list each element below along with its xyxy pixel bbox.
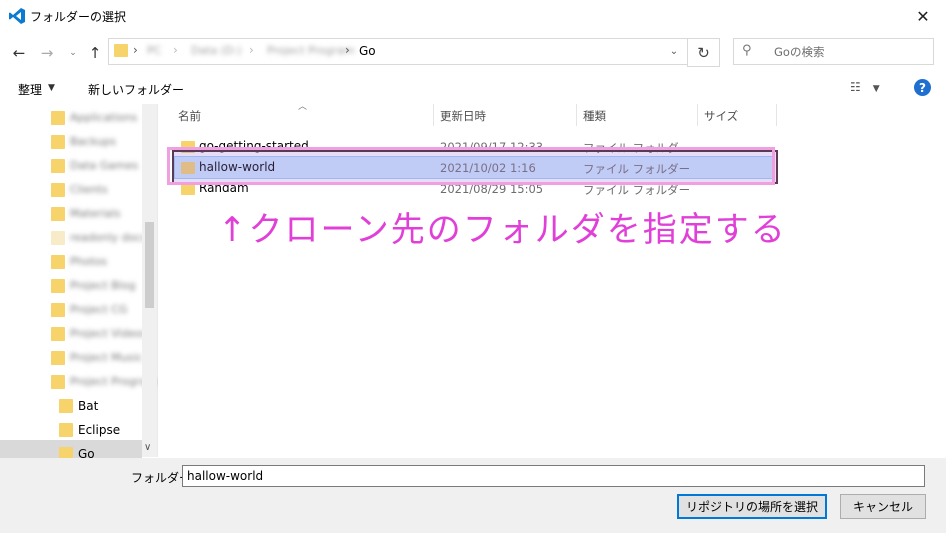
sidebar-item[interactable]: Project Program [0,370,158,394]
sidebar-item[interactable]: readonly docs [0,226,147,250]
folder-icon [51,351,65,365]
column-header-type[interactable]: 種類 [583,108,606,124]
sidebar-item-label: readonly docs [70,231,148,244]
sidebar-item[interactable]: Project Videos [0,322,148,346]
sidebar-item-label: Eclipse [78,423,121,437]
caret-down-icon: ▼ [48,83,55,93]
sidebar-item[interactable]: Materials [0,202,142,226]
help-button[interactable]: ? [914,79,931,96]
sidebar-item-label: Backups [70,135,117,148]
refresh-icon: ↻ [697,43,710,62]
details-view-icon: ☷ [850,80,861,94]
arrow-right-icon: → [40,44,54,62]
breadcrumb-separator: › [249,43,254,57]
folder-icon [51,183,65,197]
folder-icon [114,44,128,57]
sidebar-scrollbar-thumb[interactable] [145,222,154,308]
breadcrumb-current[interactable]: Go [359,44,376,58]
breadcrumb-separator: › [133,43,138,57]
window-title: フォルダーの選択 [30,10,127,24]
sidebar-item-label: Materials [70,207,121,220]
breadcrumb-item[interactable]: PC [147,44,161,57]
folder-icon [51,135,65,149]
sidebar-item-label: Project CG [70,303,128,316]
up-button[interactable]: ↑ [84,36,106,70]
cancel-button[interactable]: キャンセル [840,494,926,519]
chevron-down-icon: ⌄ [69,48,77,58]
folder-icon [59,423,73,437]
folder-icon [51,231,65,245]
forward-button[interactable]: → [36,36,58,70]
column-divider[interactable] [576,104,577,126]
back-button[interactable]: ← [8,36,30,70]
sidebar-item[interactable]: Clients [0,178,142,202]
folder-icon [51,375,65,389]
title-bar [0,0,946,32]
sidebar-item-label: Project Blog [70,279,136,292]
sort-ascending-icon: ︿ [298,102,308,112]
sidebar-item[interactable]: Applications [0,106,142,130]
sidebar-item-label: Data Games [70,159,139,172]
column-divider[interactable] [433,104,434,126]
organize-button[interactable]: 整理 [18,81,42,98]
sidebar-item-label: Applications [70,111,138,124]
annotation-highlight-outline [167,147,775,185]
vscode-icon [9,8,25,24]
search-icon: ⚲ [742,43,752,58]
chevron-down-icon: ⌄ [669,45,679,57]
help-icon: ? [919,80,926,95]
folder-icon [51,159,65,173]
sidebar-item[interactable]: Data Games [0,154,142,178]
breadcrumb-item[interactable]: Project Program [267,44,355,57]
refresh-button[interactable]: ↻ [687,38,720,67]
column-divider[interactable] [776,104,777,126]
address-bar[interactable]: › PC › Data (D:) › Project Program › Go … [108,38,688,65]
close-icon: ✕ [916,6,930,26]
sidebar-item-label: Clients [70,183,108,196]
sidebar-item[interactable]: Bat [0,394,142,418]
sidebar-item[interactable]: Project CG [0,298,142,322]
close-button[interactable]: ✕ [900,0,946,32]
column-header-date[interactable]: 更新日時 [440,108,486,124]
recent-locations-button[interactable]: ⌄ [62,36,84,70]
address-dropdown-button[interactable]: ⌄ [664,42,684,60]
column-header-name[interactable]: 名前 [178,108,201,124]
breadcrumb-separator: › [173,43,178,57]
folder-icon [51,327,65,341]
sidebar-item-label: Photos [70,255,108,268]
sidebar-item-label: Bat [78,399,99,413]
new-folder-button[interactable]: 新しいフォルダー [88,81,184,98]
folder-name-input[interactable]: hallow-world [182,465,925,487]
folder-icon [51,279,65,293]
search-input[interactable]: ⚲ Goの検索 [733,38,934,65]
sidebar-item-label: Project Music [70,351,143,364]
folder-icon [51,111,65,125]
arrow-up-icon: ↑ [88,44,102,62]
caret-down-icon: ▼ [872,84,880,94]
sidebar-item[interactable]: Backups [0,130,142,154]
folder-icon [59,399,73,413]
folder-icon [51,207,65,221]
breadcrumb-item[interactable]: Data (D:) [191,44,242,57]
sidebar-item-label: Project Videos [70,327,148,340]
select-repository-location-button[interactable]: リポジトリの場所を選択 [677,494,827,519]
toolbar: 整理 ▼ 新しいフォルダー ☷ ▼ [0,72,946,105]
folder-icon [51,255,65,269]
arrow-left-icon: ← [12,44,26,62]
folder-name-value: hallow-world [187,469,264,483]
view-options-button[interactable]: ☷ ▼ [850,80,890,98]
sidebar-item[interactable]: Project Blog [0,274,142,298]
column-header-size[interactable]: サイズ [704,108,738,124]
sidebar-item[interactable]: Project Music [0,346,142,370]
folder-icon [51,303,65,317]
breadcrumb-separator: › [345,43,350,57]
annotation-text: ↑クローン先のフォルダを指定する [218,210,787,250]
column-divider[interactable] [697,104,698,126]
scroll-down-icon[interactable]: ∨ [144,442,151,453]
sidebar-item[interactable]: Photos [0,250,142,274]
search-placeholder: Goの検索 [774,45,825,59]
sidebar-item[interactable]: Eclipse [0,418,142,442]
